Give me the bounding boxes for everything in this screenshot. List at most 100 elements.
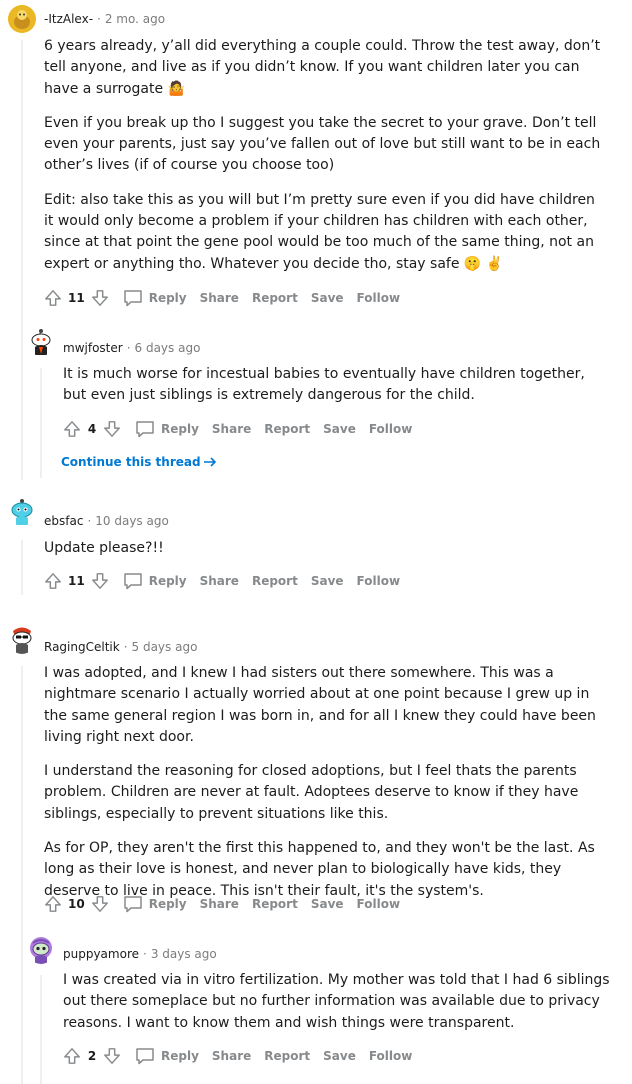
username[interactable]: RagingCeltik	[44, 640, 120, 654]
vote-score: 2	[87, 1049, 97, 1063]
reply-label: Reply	[148, 291, 187, 305]
report-button[interactable]: Report	[252, 291, 298, 305]
downvote-icon[interactable]	[101, 1045, 123, 1067]
follow-button[interactable]: Follow	[357, 897, 401, 911]
timestamp[interactable]: 2 mo. ago	[105, 12, 165, 26]
comment-paragraph: I understand the reasoning for closed ad…	[44, 763, 579, 822]
avatar[interactable]	[27, 328, 55, 356]
username[interactable]: -ItzAlex-	[44, 12, 93, 26]
comment-meta: mwjfoster · 6 days ago	[63, 340, 200, 356]
timestamp[interactable]: 10 days ago	[95, 514, 169, 528]
reply-button[interactable]: Reply	[123, 572, 187, 590]
upvote-icon[interactable]	[61, 418, 83, 440]
downvote-icon[interactable]	[89, 287, 111, 309]
comment-bubble-icon	[136, 1048, 154, 1065]
comment-body: It is much worse for incestual babies to…	[63, 364, 603, 407]
separator-dot: ·	[143, 947, 147, 961]
timestamp[interactable]: 3 days ago	[151, 947, 217, 961]
comment-body: I was created via in vitro fertilization…	[63, 970, 613, 1034]
username[interactable]: puppyamore	[63, 947, 139, 961]
thread-line[interactable]	[40, 368, 42, 478]
comment-actions: 11 Reply Share Report Save Follow	[42, 569, 400, 593]
save-button[interactable]: Save	[311, 574, 344, 588]
comment-paragraph: 6 years already, y’all did everything a …	[44, 38, 601, 97]
continue-thread-link[interactable]: Continue this thread	[61, 455, 217, 469]
reply-button[interactable]: Reply	[135, 420, 199, 438]
share-button[interactable]: Share	[200, 897, 239, 911]
downvote-icon[interactable]	[101, 418, 123, 440]
comment-meta: -ItzAlex- · 2 mo. ago	[44, 11, 165, 27]
save-button[interactable]: Save	[311, 291, 344, 305]
comment-paragraph: Edit: also take this as you will but I’m…	[44, 191, 595, 272]
comment-paragraph: It is much worse for incestual babies to…	[63, 366, 585, 404]
comment-body: 6 years already, y’all did everything a …	[44, 36, 604, 275]
comment-actions: 10 Reply Share Report Save Follow	[42, 892, 400, 916]
snoo-avatar-icon	[30, 937, 52, 964]
share-button[interactable]: Share	[212, 1049, 251, 1063]
separator-dot: ·	[97, 12, 101, 26]
comment-paragraph: I was adopted, and I knew I had sisters …	[44, 665, 596, 745]
comment-bubble-icon	[136, 421, 154, 438]
avatar[interactable]	[8, 498, 36, 526]
upvote-icon[interactable]	[42, 893, 64, 915]
timestamp[interactable]: 5 days ago	[132, 640, 198, 654]
share-button[interactable]: Share	[200, 574, 239, 588]
comment-paragraph: Even if you break up tho I suggest you t…	[44, 114, 601, 174]
thread-line[interactable]	[40, 975, 42, 1084]
thread-line[interactable]	[21, 40, 23, 480]
upvote-icon[interactable]	[61, 1045, 83, 1067]
separator-dot: ·	[87, 514, 92, 528]
upvote-icon[interactable]	[42, 570, 64, 592]
save-button[interactable]: Save	[323, 1049, 356, 1063]
comment-actions: 4 Reply Share Report Save Follow	[61, 417, 412, 441]
reply-button[interactable]: Reply	[135, 1047, 199, 1065]
report-button[interactable]: Report	[264, 422, 310, 436]
username[interactable]: ebsfac	[44, 514, 83, 528]
comment-meta: puppyamore · 3 days ago	[63, 946, 217, 962]
follow-button[interactable]: Follow	[357, 291, 401, 305]
thread-line[interactable]	[21, 666, 23, 1084]
comment-meta: ebsfac · 10 days ago	[44, 513, 169, 529]
report-button[interactable]: Report	[252, 574, 298, 588]
vote-score: 11	[68, 291, 85, 305]
report-button[interactable]: Report	[252, 897, 298, 911]
save-button[interactable]: Save	[323, 422, 356, 436]
snoo-avatar-icon	[11, 499, 33, 525]
avatar[interactable]	[27, 936, 55, 964]
comment-paragraph: Update please?!!	[44, 540, 164, 556]
comment-meta: RagingCeltik · 5 days ago	[44, 639, 197, 655]
share-button[interactable]: Share	[212, 422, 251, 436]
reply-label: Reply	[161, 1049, 199, 1063]
thread-line[interactable]	[21, 540, 23, 595]
reply-button[interactable]: Reply	[123, 289, 187, 307]
upvote-icon[interactable]	[42, 287, 64, 309]
follow-button[interactable]: Follow	[369, 1049, 413, 1063]
share-button[interactable]: Share	[200, 291, 239, 305]
avatar[interactable]	[8, 5, 36, 33]
snoo-avatar-icon	[12, 627, 32, 654]
timestamp[interactable]: 6 days ago	[135, 341, 201, 355]
report-button[interactable]: Report	[264, 1049, 310, 1063]
comment-actions: 11 Reply Share Report Save Follow	[42, 286, 400, 310]
vote-score: 4	[87, 422, 97, 436]
save-button[interactable]: Save	[311, 897, 344, 911]
follow-button[interactable]: Follow	[357, 574, 401, 588]
username[interactable]: mwjfoster	[63, 341, 123, 355]
comment-bubble-icon	[123, 896, 142, 913]
separator-dot: ·	[123, 640, 128, 654]
reply-label: Reply	[148, 897, 187, 911]
reply-label: Reply	[148, 574, 187, 588]
downvote-icon[interactable]	[89, 570, 111, 592]
separator-dot: ·	[126, 341, 131, 355]
reply-button[interactable]: Reply	[123, 895, 187, 913]
comment-body: Update please?!!	[44, 538, 604, 559]
vote-score: 11	[68, 574, 85, 588]
downvote-icon[interactable]	[89, 893, 111, 915]
follow-button[interactable]: Follow	[369, 422, 413, 436]
reply-label: Reply	[161, 422, 199, 436]
comment-actions: 2 Reply Share Report Save Follow	[61, 1044, 412, 1068]
arrow-right-icon	[203, 457, 216, 467]
comment-bubble-icon	[123, 290, 142, 307]
continue-thread-label: Continue this thread	[61, 455, 201, 469]
avatar[interactable]	[8, 626, 36, 654]
